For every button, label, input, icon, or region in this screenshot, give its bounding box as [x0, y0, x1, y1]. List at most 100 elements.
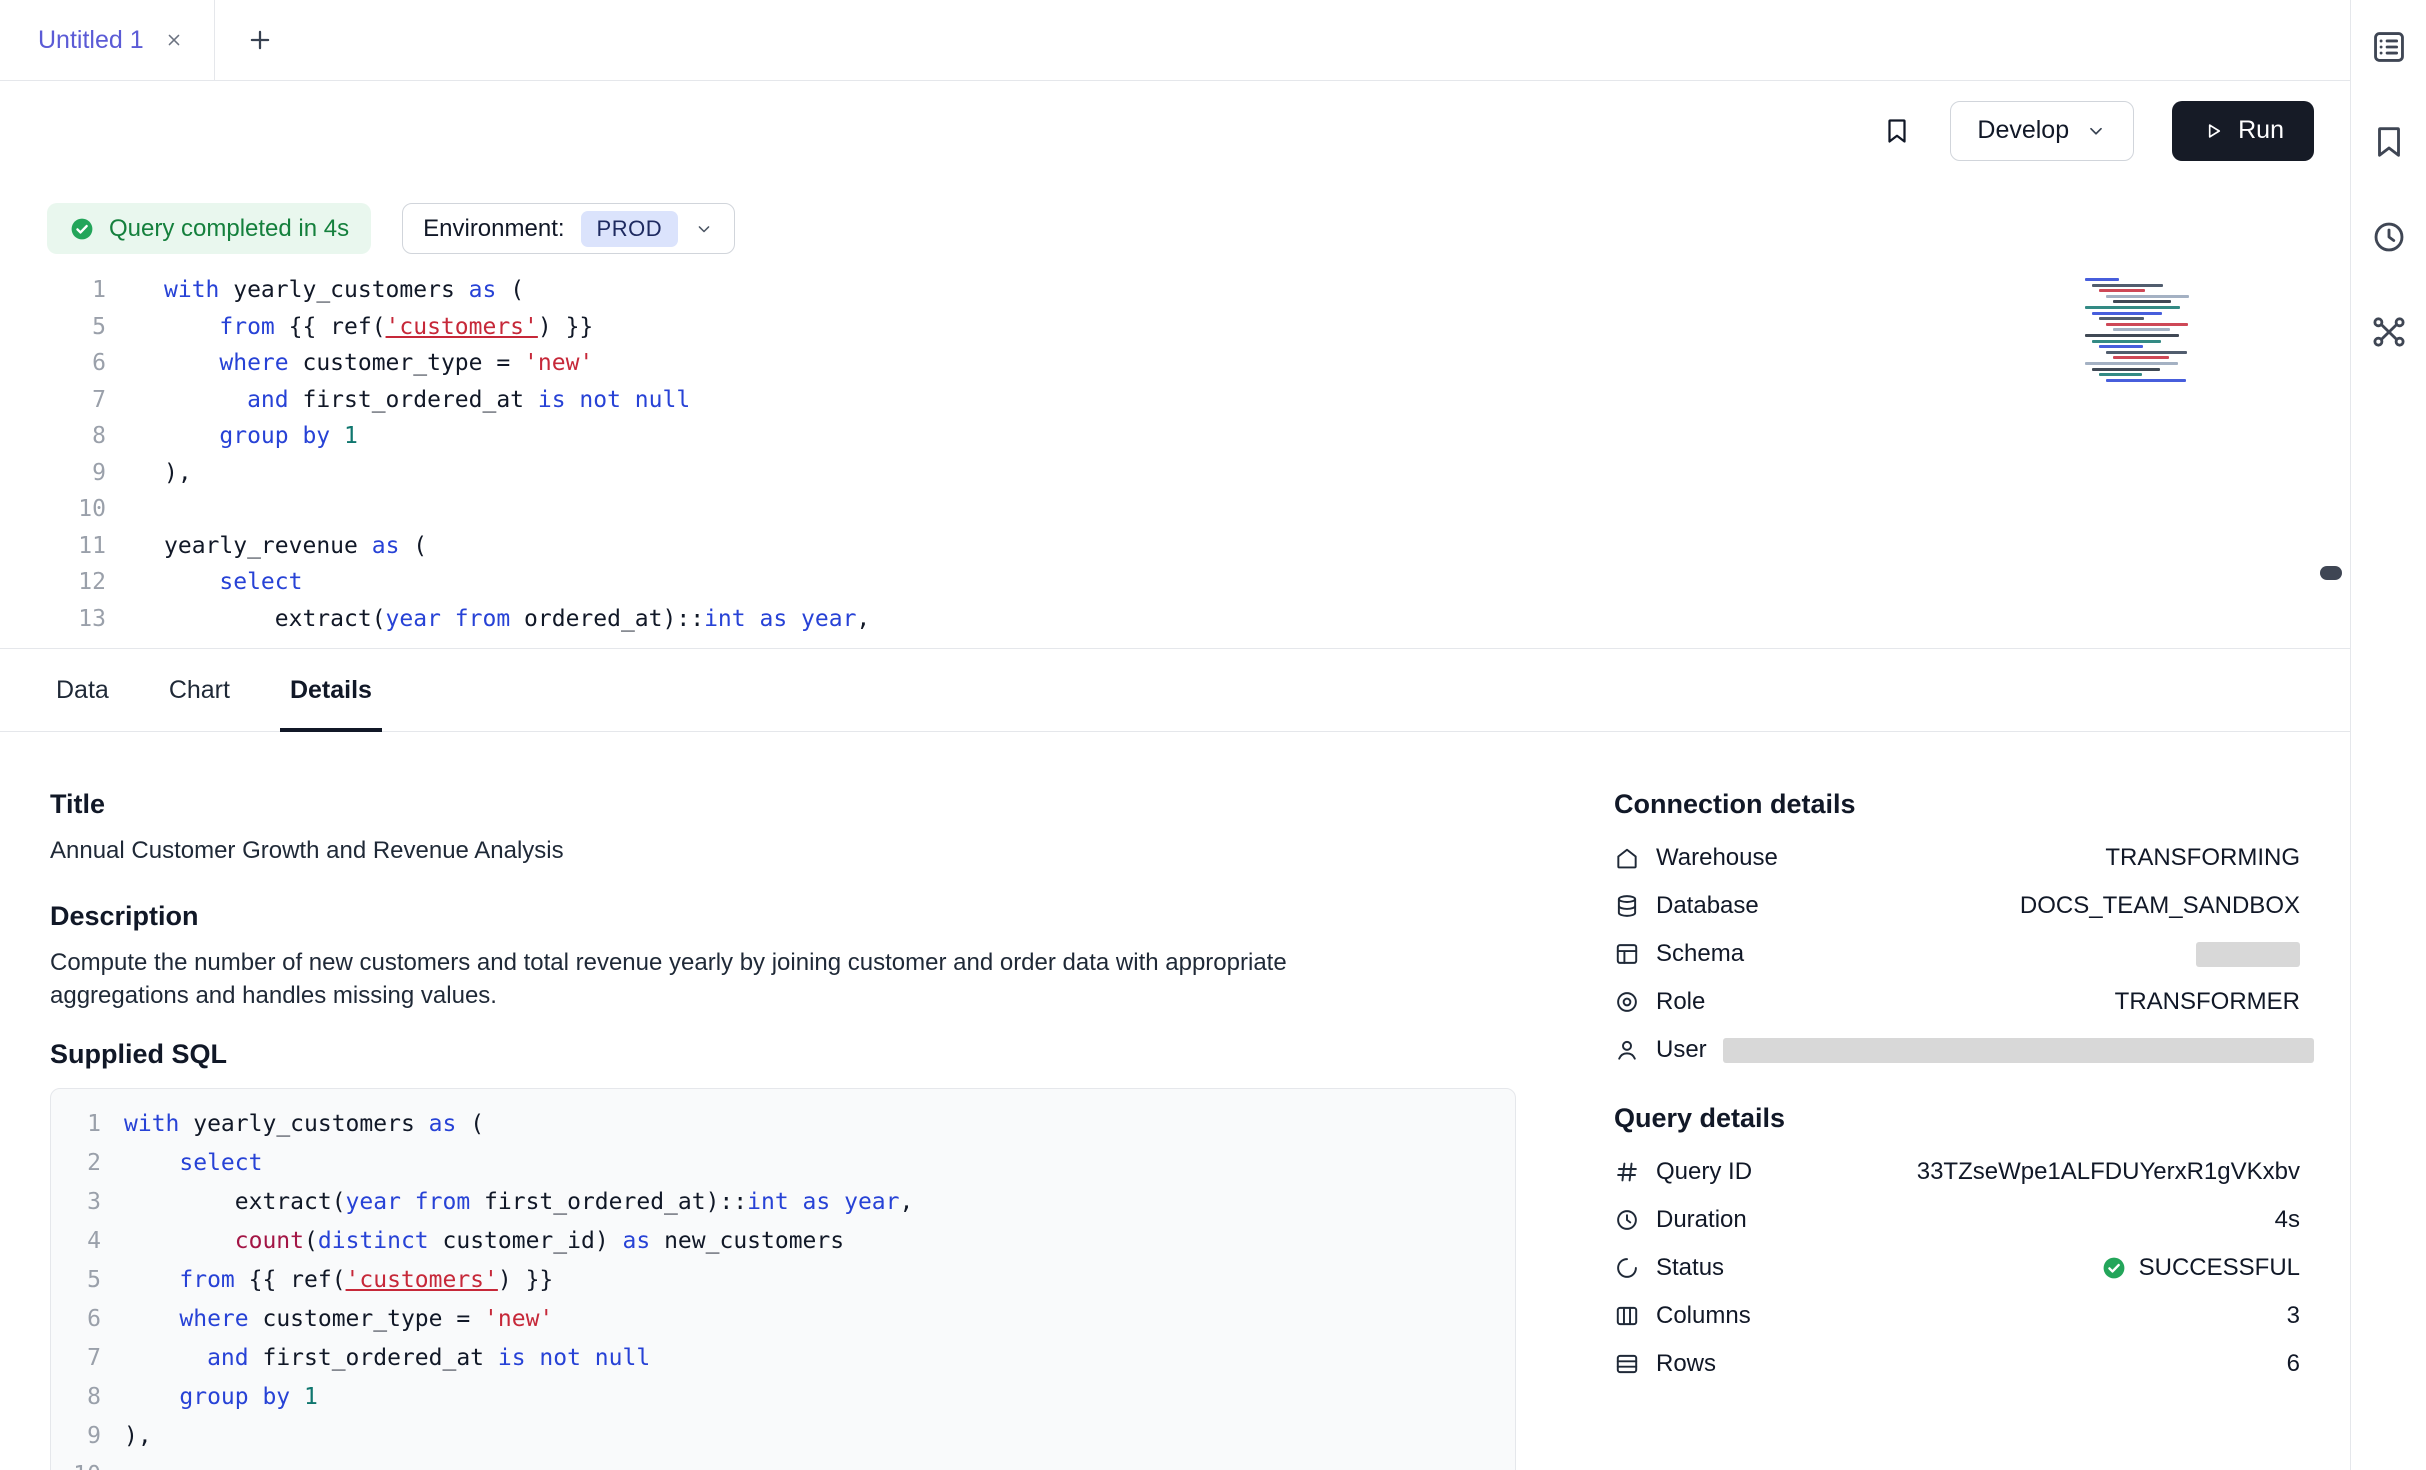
minimap[interactable]	[2085, 278, 2202, 384]
role-icon	[1614, 989, 1640, 1015]
code-token: 1	[304, 1384, 318, 1410]
results-list-icon[interactable]	[2370, 28, 2408, 66]
supplied-sql-heading: Supplied SQL	[50, 1038, 1516, 1070]
code-token: from	[415, 1189, 470, 1215]
code-line: 9),	[0, 455, 2350, 492]
develop-button[interactable]: Develop	[1950, 101, 2134, 161]
code-text: extract(year from first_ordered_at)::int…	[124, 1183, 913, 1222]
code-token: int	[704, 606, 746, 632]
code-token: ),	[164, 460, 192, 486]
close-tab-icon[interactable]	[164, 30, 184, 50]
redacted-value	[1723, 1038, 2314, 1063]
code-token: and	[247, 387, 289, 413]
app-window: Untitled 1 Develop Run Query completed i…	[0, 0, 2426, 1470]
develop-label: Develop	[1977, 116, 2069, 145]
code-text: group by 1	[124, 1378, 318, 1417]
detail-value	[1723, 1038, 2314, 1063]
run-button[interactable]: Run	[2172, 101, 2314, 161]
duration-icon	[1614, 1207, 1640, 1233]
ref-link[interactable]: 'customers'	[386, 314, 538, 340]
tab-untitled-1[interactable]: Untitled 1	[0, 0, 215, 80]
line-number: 11	[0, 528, 106, 565]
minimap-line	[2099, 345, 2143, 348]
play-icon	[2202, 120, 2224, 142]
detail-row: DatabaseDOCS_TEAM_SANDBOX	[1614, 882, 2300, 930]
environment-selector[interactable]: Environment: PROD	[402, 203, 735, 254]
code-token: ),	[124, 1423, 152, 1449]
detail-row: WarehouseTRANSFORMING	[1614, 834, 2300, 882]
code-token	[330, 423, 344, 449]
line-number: 7	[0, 382, 106, 419]
detail-row: Duration4s	[1614, 1196, 2300, 1244]
connection-details-heading: Connection details	[1614, 788, 2300, 820]
code-line: 5from {{ ref('customers') }}	[51, 1261, 1515, 1300]
sql-editor[interactable]: 1with yearly_customers as (5from {{ ref(…	[0, 254, 2350, 648]
code-text: from {{ ref('customers') }}	[164, 309, 593, 346]
line-number: 3	[51, 1183, 101, 1222]
code-token: extract(	[235, 1189, 346, 1215]
detail-row: RoleTRANSFORMER	[1614, 978, 2300, 1026]
tab-data[interactable]: Data	[50, 649, 115, 731]
scrollbar-thumb[interactable]	[2320, 566, 2342, 580]
line-number: 13	[0, 601, 106, 638]
rows-icon	[1614, 1351, 1640, 1377]
code-token: with	[164, 277, 219, 303]
code-text: select	[164, 564, 302, 601]
columns-icon	[1614, 1303, 1640, 1329]
title-value: Annual Customer Growth and Revenue Analy…	[50, 836, 1516, 866]
history-icon[interactable]	[2370, 218, 2408, 256]
code-token: from	[455, 606, 510, 632]
user-icon	[1614, 1037, 1640, 1063]
code-text: from {{ ref('customers') }}	[124, 1261, 553, 1300]
code-token: from	[219, 314, 274, 340]
code-token: as	[372, 533, 400, 559]
code-token: 1	[344, 423, 358, 449]
minimap-line	[2113, 356, 2169, 359]
minimap-line	[2106, 323, 2188, 326]
code-token: customer_id)	[429, 1228, 623, 1254]
line-number: 10	[0, 491, 106, 528]
code-token	[290, 1384, 304, 1410]
code-token: select	[179, 1150, 262, 1176]
bookmark-icon[interactable]	[1882, 116, 1912, 146]
new-tab-icon[interactable]	[245, 25, 275, 55]
detail-label: Schema	[1656, 940, 1744, 968]
detail-value: 33TZseWpe1ALFDUYerxR1gVKxbv	[1917, 1158, 2300, 1186]
minimap-line	[2092, 312, 2162, 315]
supplied-sql-code: 1with yearly_customers as (2select3extra…	[51, 1105, 1515, 1470]
bookmark-icon[interactable]	[2370, 123, 2408, 161]
minimap-line	[2113, 328, 2170, 331]
code-token	[789, 1189, 803, 1215]
code-token	[746, 606, 760, 632]
code-token: where	[179, 1306, 248, 1332]
lineage-icon[interactable]	[2370, 313, 2408, 351]
minimap-line	[2085, 362, 2178, 365]
right-icon-rail	[2350, 0, 2426, 1470]
code-token: extract(	[275, 606, 386, 632]
code-token: first_ordered_at	[289, 387, 538, 413]
code-token: ordered_at)::	[510, 606, 704, 632]
tab-chart[interactable]: Chart	[163, 649, 236, 731]
code-token: {{ ref(	[235, 1267, 346, 1293]
code-line: 6where customer_type = 'new'	[0, 345, 2350, 382]
line-number: 7	[51, 1339, 101, 1378]
detail-row: Rows6	[1614, 1340, 2300, 1388]
line-number: 9	[0, 455, 106, 492]
code-token: year	[844, 1189, 899, 1215]
tab-details[interactable]: Details	[284, 649, 378, 731]
code-text: and first_ordered_at is not null	[124, 1339, 650, 1378]
code-text: where customer_type = 'new'	[124, 1300, 553, 1339]
code-line: 10	[51, 1456, 1515, 1470]
detail-row: Columns3	[1614, 1292, 2300, 1340]
code-token: as	[469, 277, 497, 303]
check-circle-icon	[69, 216, 95, 242]
query-status-chip: Query completed in 4s	[47, 203, 371, 254]
query-status-text: Query completed in 4s	[109, 215, 349, 243]
minimap-line	[2113, 300, 2171, 303]
tab-title: Untitled 1	[38, 26, 144, 55]
minimap-line	[2085, 306, 2180, 309]
line-number: 10	[51, 1456, 101, 1470]
minimap-line	[2106, 295, 2189, 298]
ref-link[interactable]: 'customers'	[346, 1267, 498, 1293]
detail-label: Columns	[1656, 1302, 1751, 1330]
